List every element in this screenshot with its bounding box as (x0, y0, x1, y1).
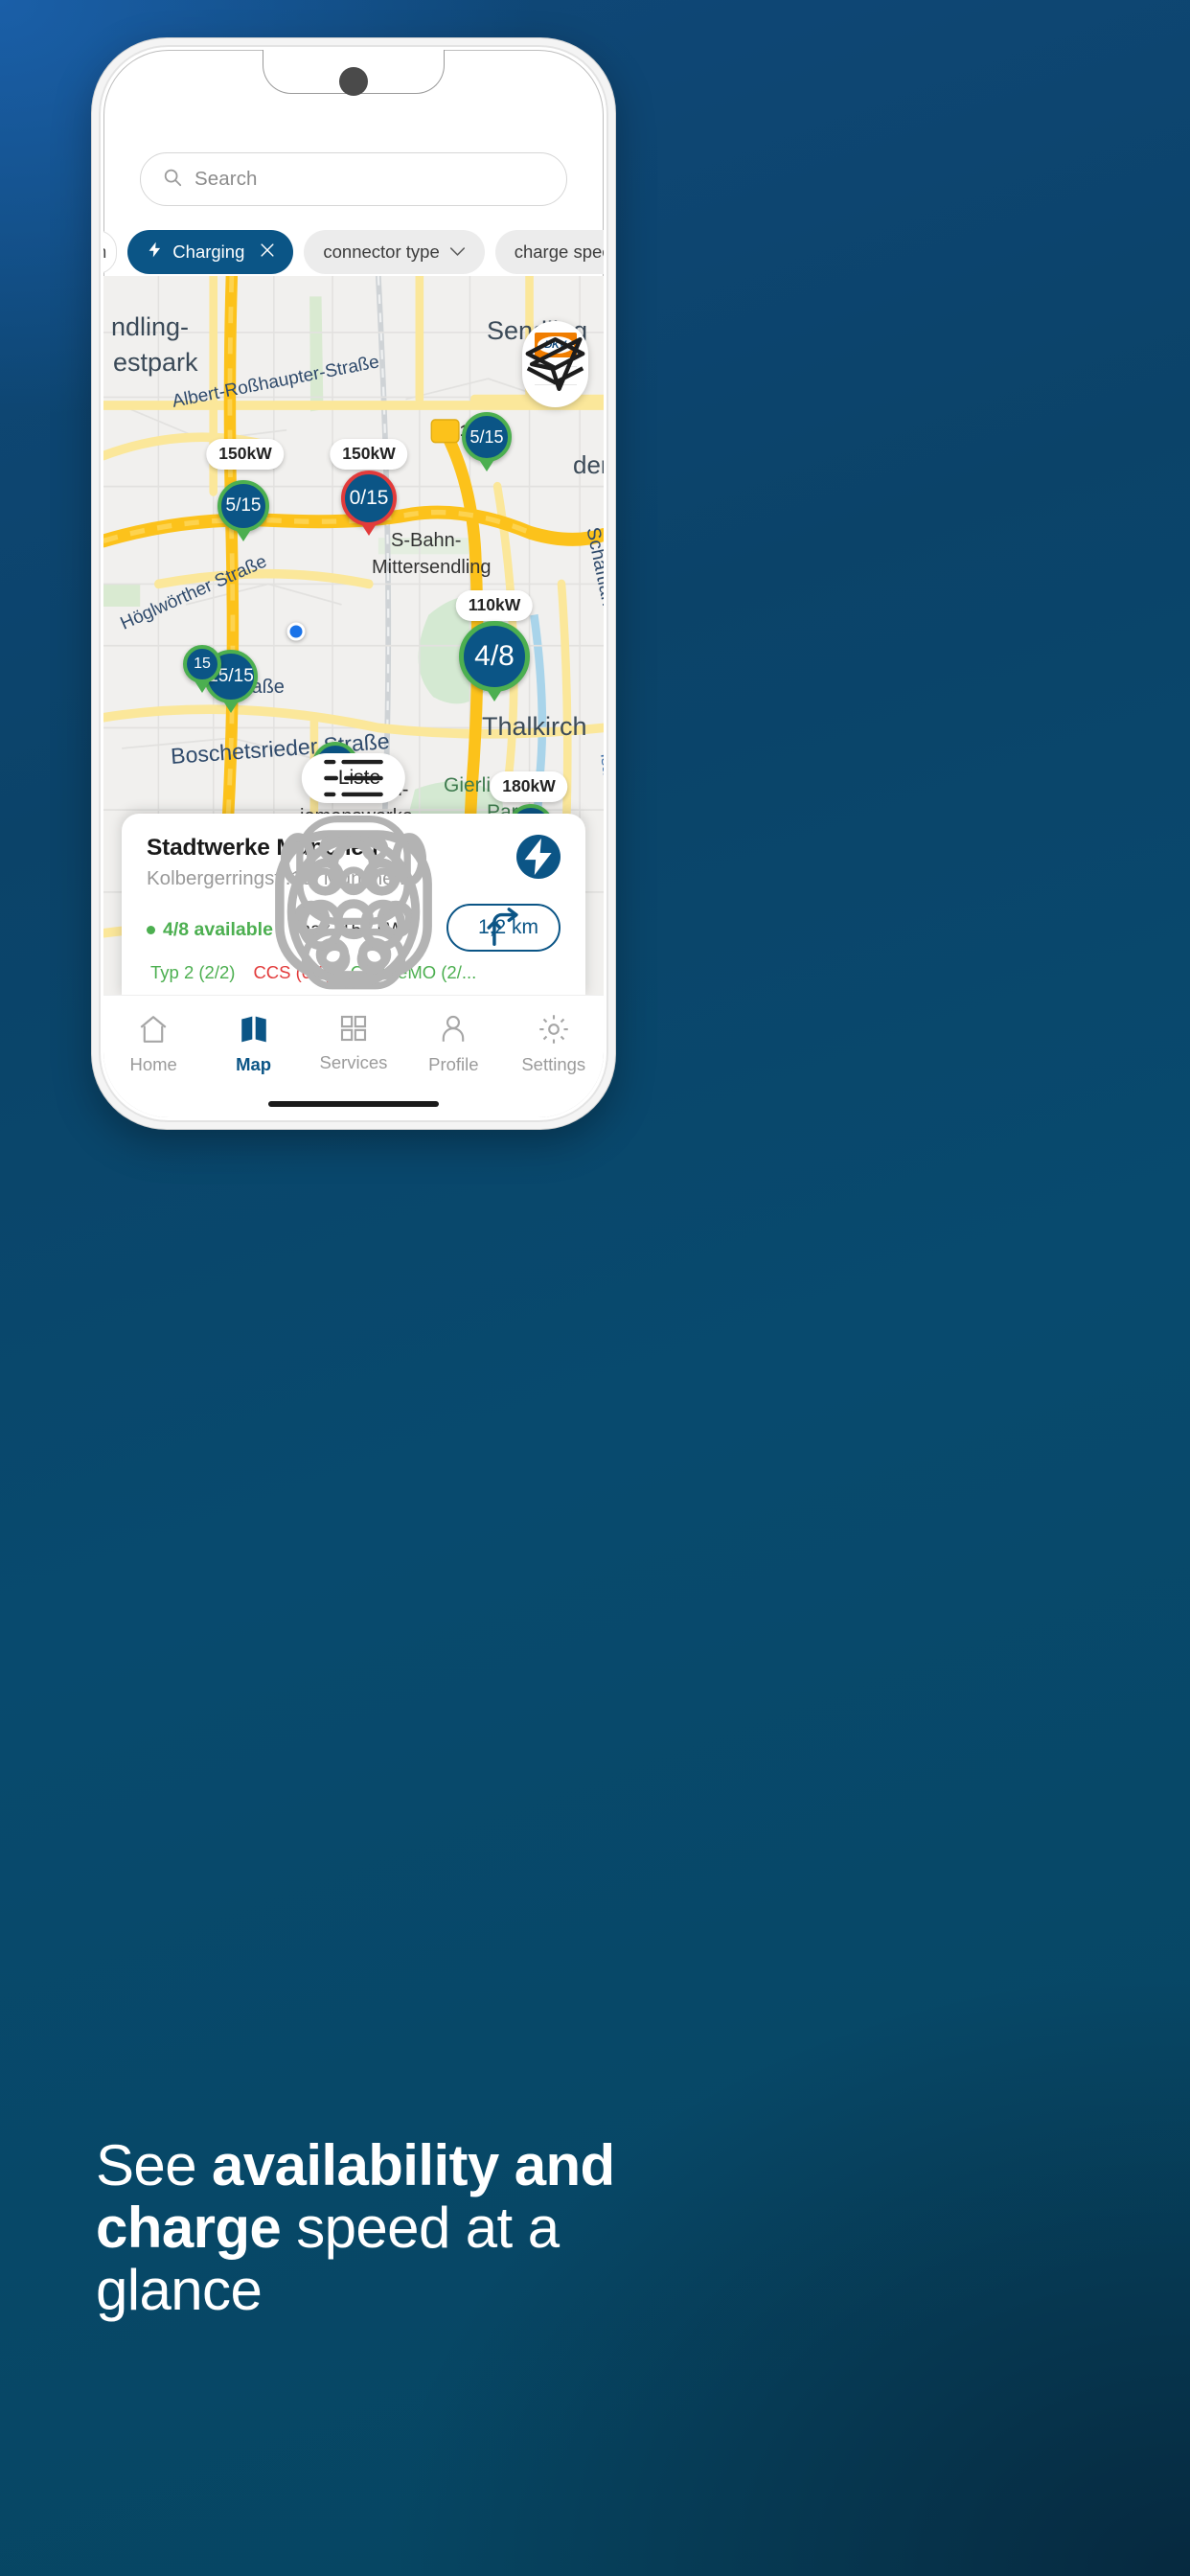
search-placeholder: Search (195, 168, 258, 190)
search-icon (162, 167, 183, 193)
map-controls: DKV (522, 321, 588, 407)
search-input[interactable]: Search (140, 152, 567, 206)
person-icon (443, 1015, 465, 1042)
pin-tail (194, 679, 211, 693)
tab-home[interactable]: Home (107, 1013, 199, 1075)
pin-availability-label: 5/15 (217, 480, 269, 532)
map-station-pin[interactable]: 5/15 (217, 480, 269, 541)
station-connectors-row: Typ 2 (2/2) CCS (0/2) CHAdeMO (2/... (147, 815, 561, 990)
station-power-tag: 110kW (455, 590, 534, 621)
bolt-icon (146, 241, 164, 264)
pin-tail (222, 700, 240, 713)
tab-settings[interactable]: Settings (508, 1013, 600, 1075)
headline-part1: See (96, 2133, 213, 2197)
chevron-down-icon (449, 245, 466, 260)
filter-chip-cutoff-label: n (103, 242, 106, 263)
pin-tail (478, 458, 495, 472)
filter-chip-charge-speed-label: charge speed (514, 242, 604, 262)
search-section: Search (103, 152, 604, 206)
bottom-tab-bar: Home Map Services Profile Settings (103, 995, 604, 1117)
tab-settings-label: Settings (521, 1054, 586, 1074)
map-station-pin[interactable]: 4/8 (459, 621, 530, 702)
filter-chip-charging[interactable]: Charging (127, 230, 294, 274)
station-detail-card[interactable]: Stadtwerke München Kolbergerringstr.15, … (122, 814, 585, 995)
filter-chip-connector-type-label: connector type (323, 242, 440, 262)
filter-chip-connector-type[interactable]: connector type (304, 230, 485, 274)
station-power-tag: 180kW (490, 771, 568, 802)
filter-chips: n Charging connector type (103, 230, 604, 274)
map-station-pin[interactable]: 5/15 (462, 412, 512, 472)
camera-icon (339, 67, 368, 96)
tab-home-label: Home (129, 1054, 177, 1074)
pin-availability-label: 5/15 (462, 412, 512, 462)
tab-profile-label: Profile (428, 1054, 479, 1074)
phone-frame: Search n Charging connector type (92, 38, 615, 1129)
marketing-headline: See availability and charge speed at a g… (96, 2133, 690, 2321)
connector-item: CHAdeMO (2/... (280, 833, 476, 988)
pin-tail (360, 522, 378, 536)
tab-services[interactable]: Services (308, 1013, 400, 1073)
list-view-button[interactable]: Liste (301, 753, 406, 803)
map-station-pin[interactable]: 15 (183, 645, 221, 693)
station-power-tag: 150kW (330, 439, 408, 470)
map-icon (240, 1016, 266, 1043)
tab-map[interactable]: Map (208, 1013, 300, 1075)
station-power-tag: 150kW (206, 439, 285, 470)
pin-availability-label: 15 (183, 645, 221, 683)
phone-bezel: Search n Charging connector type (99, 45, 608, 1122)
pin-availability-label: 0/15 (341, 471, 397, 526)
filter-chip-charging-label: Charging (172, 242, 245, 262)
close-icon[interactable] (258, 241, 277, 264)
tab-services-label: Services (319, 1052, 388, 1072)
map-canvas[interactable]: ndling-estparkSendlingAlbert-Roßhaupter-… (103, 276, 604, 995)
user-location-dot (286, 622, 306, 641)
tab-map-label: Map (236, 1054, 272, 1074)
pin-availability-label: 4/8 (459, 621, 530, 692)
filter-chip-charge-speed[interactable]: charge speed (494, 230, 604, 274)
home-indicator (268, 1101, 439, 1107)
gear-icon (539, 1015, 568, 1044)
pin-tail (235, 528, 252, 541)
map-station-pin[interactable]: 0/15 (341, 471, 397, 536)
grid-icon (340, 1015, 367, 1042)
pin-tail (486, 688, 503, 702)
phone-screen: Search n Charging connector type (103, 50, 604, 1117)
filter-chip-cutoff[interactable]: n (103, 230, 118, 274)
tab-profile[interactable]: Profile (407, 1013, 499, 1075)
home-icon (140, 1016, 167, 1043)
